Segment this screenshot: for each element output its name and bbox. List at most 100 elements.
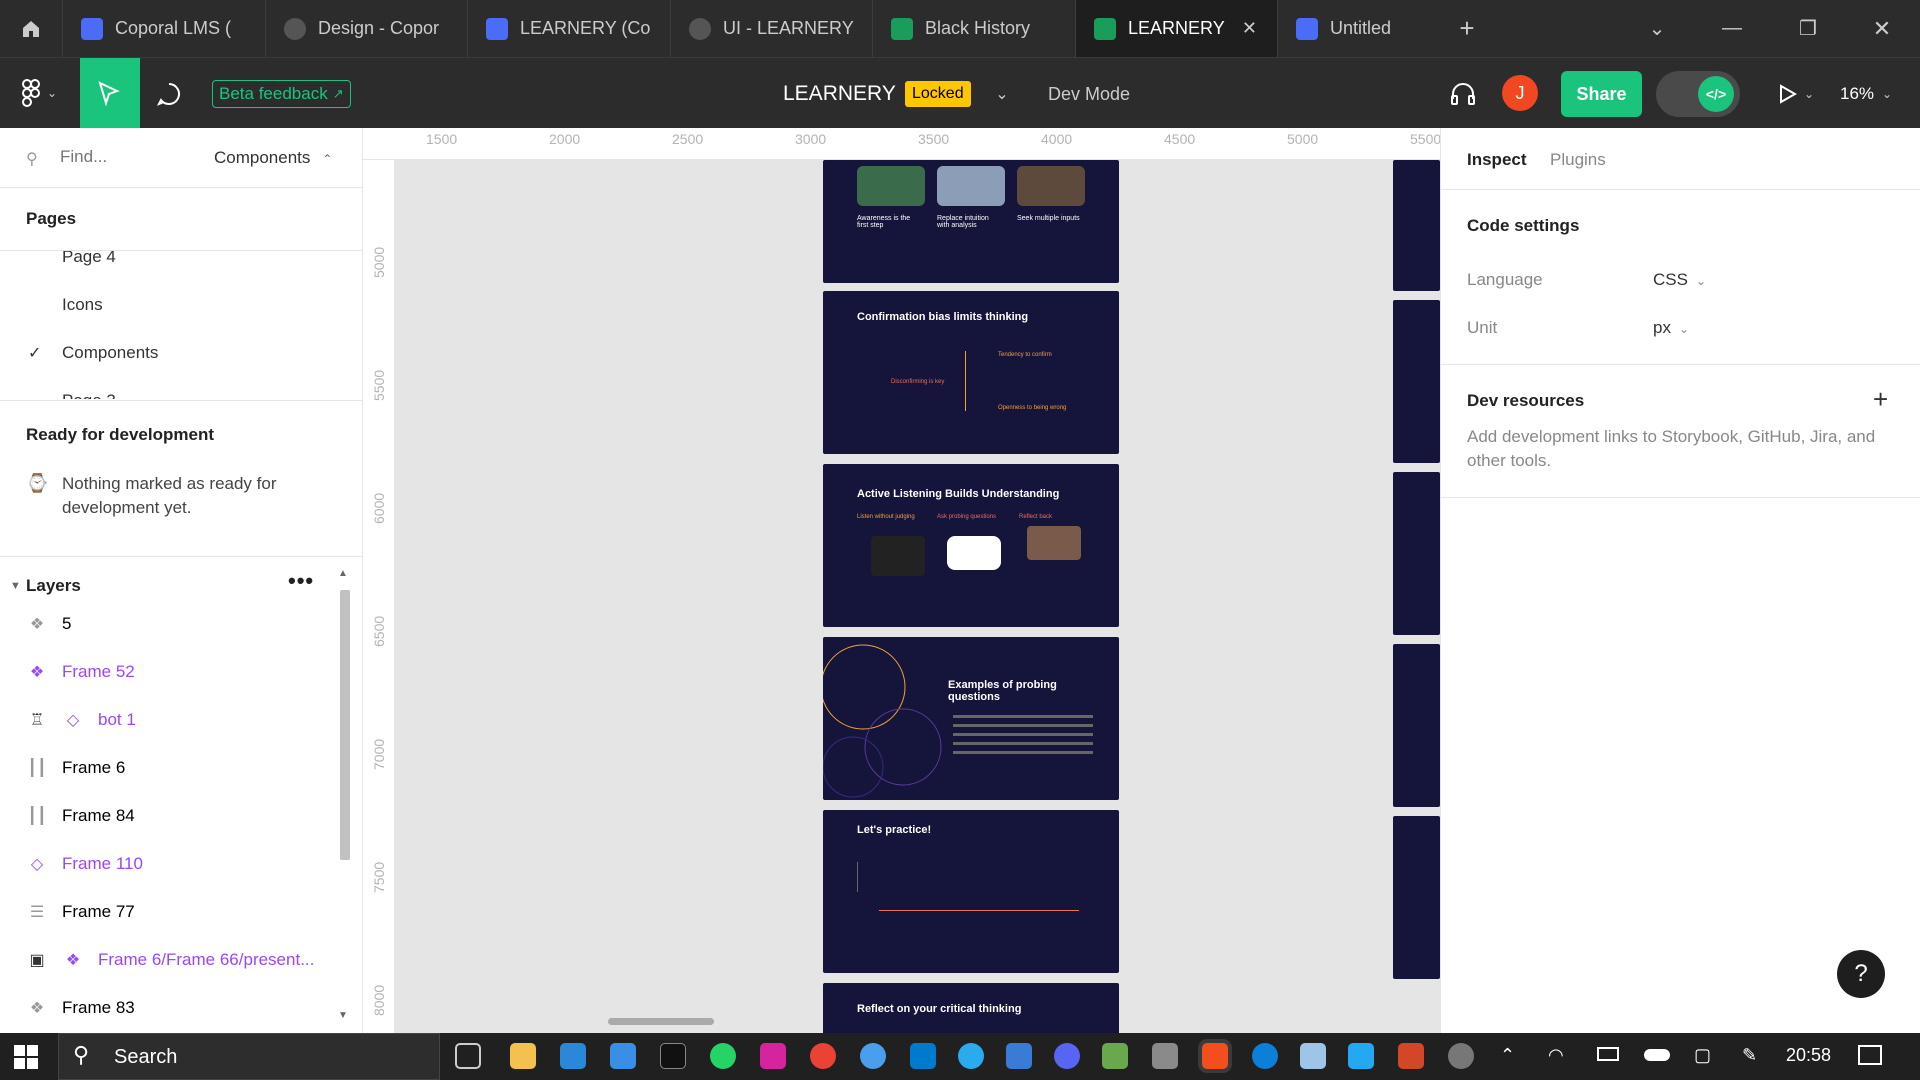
dev-mode-toggle[interactable]: </> <box>1656 71 1740 117</box>
tab-black-history[interactable]: Black History <box>872 0 1075 57</box>
instagram-icon[interactable] <box>760 1043 786 1069</box>
layer-item[interactable]: ┃┃ Frame 84 <box>0 796 340 836</box>
ruler-label: 2500 <box>672 131 704 147</box>
chrome-icon[interactable] <box>810 1043 836 1069</box>
add-resource-button[interactable]: + <box>1873 384 1888 415</box>
discord-icon[interactable] <box>1054 1043 1080 1069</box>
beta-feedback-button[interactable]: Beta feedback ↗ <box>212 80 351 108</box>
audio-button[interactable] <box>1446 78 1480 110</box>
tab-design-copor[interactable]: Design - Copor <box>265 0 467 57</box>
layer-item[interactable]: ◇ Frame 110 <box>0 844 340 884</box>
collapse-layers-icon[interactable]: ▼ <box>10 580 21 592</box>
slide-frame[interactable] <box>1393 300 1440 463</box>
layers-scrollbar[interactable]: ▲ ▼ <box>338 560 352 1030</box>
tab-inspect[interactable]: Inspect <box>1467 150 1527 170</box>
calculator-icon[interactable] <box>1152 1043 1178 1069</box>
minimize-button[interactable]: — <box>1702 0 1762 57</box>
search-icon: ⚲ <box>73 1042 90 1067</box>
app-icon[interactable] <box>1300 1043 1326 1069</box>
store-icon[interactable] <box>560 1043 586 1069</box>
slide-frame[interactable] <box>1393 816 1440 979</box>
page-item-page-4[interactable]: Page 4 <box>62 251 116 267</box>
battery-icon[interactable] <box>1597 1047 1619 1061</box>
file-name[interactable]: LEARNERY <box>783 76 896 112</box>
unit-select[interactable]: px ⌄ <box>1653 318 1689 338</box>
help-button[interactable]: ? <box>1837 950 1885 998</box>
vscode-icon[interactable] <box>910 1043 936 1069</box>
taskbar-search[interactable]: ⚲ Search <box>58 1033 440 1080</box>
scroll-down-icon[interactable]: ▼ <box>338 1010 348 1021</box>
more-options-icon[interactable]: ••• <box>288 568 314 594</box>
page-item-page-3[interactable]: Page 3 <box>62 391 116 399</box>
language-select[interactable]: CSS ⌄ <box>1653 270 1706 290</box>
zoom-menu[interactable]: 16% ⌄ <box>1840 78 1892 110</box>
onedrive-icon[interactable] <box>1644 1049 1670 1061</box>
scrollbar-thumb[interactable] <box>340 590 350 860</box>
page-item-icons[interactable]: Icons <box>62 295 103 315</box>
tab-plugins[interactable]: Plugins <box>1550 150 1606 170</box>
find-input[interactable] <box>60 142 200 172</box>
layer-item[interactable]: ☰ Frame 77 <box>0 892 340 932</box>
restore-button[interactable]: ❐ <box>1778 0 1838 57</box>
tab-ui-learnery[interactable]: UI - LEARNERY <box>670 0 872 57</box>
file-menu-chevron-icon[interactable]: ⌄ <box>990 80 1014 108</box>
page-item-components[interactable]: Components <box>62 343 158 363</box>
scroll-up-icon[interactable]: ▲ <box>338 568 348 579</box>
mail-icon[interactable] <box>610 1043 636 1069</box>
slide-frame[interactable]: Reflect on your critical thinking <box>823 983 1119 1033</box>
notification-icon[interactable] <box>1858 1045 1882 1065</box>
layer-item[interactable]: ❖ 5 <box>0 604 340 644</box>
close-window-button[interactable]: ✕ <box>1852 0 1912 57</box>
powerpoint-icon[interactable] <box>1398 1043 1424 1069</box>
horizontal-scrollbar[interactable] <box>608 1018 714 1025</box>
present-button[interactable]: ⌄ <box>1772 78 1818 110</box>
wifi-icon[interactable]: ◠ <box>1548 1045 1564 1066</box>
tabs-menu-button[interactable]: ⌄ <box>1627 0 1687 57</box>
figma-icon[interactable] <box>1202 1043 1228 1069</box>
clock[interactable]: 20:58 <box>1786 1045 1831 1066</box>
main-menu-button[interactable]: ⌄ <box>14 76 64 110</box>
decorative-circles <box>823 644 942 798</box>
layer-item[interactable]: ❖ Frame 52 <box>0 652 340 692</box>
layer-item[interactable]: ┃┃ Frame 6 <box>0 748 340 788</box>
file-explorer-icon[interactable] <box>510 1043 536 1069</box>
comment-tool-button[interactable] <box>150 76 188 112</box>
tab-learnery-active[interactable]: LEARNERY ✕ <box>1075 0 1277 57</box>
terminal-icon[interactable] <box>660 1043 686 1069</box>
home-button[interactable] <box>0 0 62 57</box>
slide-frame[interactable] <box>1393 644 1440 807</box>
chevron-up-icon[interactable]: ⌃ <box>1500 1045 1515 1066</box>
slide-frame[interactable]: Examples of probing questions <box>823 637 1119 800</box>
slide-frame[interactable]: Active Listening Builds Understanding Li… <box>823 464 1119 627</box>
app-icon[interactable] <box>1448 1043 1474 1069</box>
slide-frame[interactable]: Confirmation bias limits thinking Tenden… <box>823 291 1119 454</box>
layer-item[interactable]: ▣ ❖ Frame 6/Frame 66/present... <box>0 940 340 980</box>
slide-frame[interactable]: Let's practice! <box>823 810 1119 973</box>
select-tool-button[interactable] <box>80 58 140 129</box>
slide-frame[interactable] <box>1393 160 1440 291</box>
tab-coporal-lms[interactable]: Coporal LMS ( <box>62 0 265 57</box>
slide-frame[interactable]: Awareness is the first step Replace intu… <box>823 160 1119 283</box>
layer-item[interactable]: ❖ Frame 83 <box>0 988 340 1028</box>
close-tab-icon[interactable]: ✕ <box>1242 18 1257 39</box>
windows-start-icon[interactable] <box>14 1045 38 1069</box>
telegram-icon[interactable] <box>958 1043 984 1069</box>
share-button[interactable]: Share <box>1561 71 1642 117</box>
screen-icon[interactable]: ▢ <box>1694 1045 1711 1066</box>
pen-icon[interactable]: ✎ <box>1742 1045 1757 1066</box>
slide-frame[interactable] <box>1393 472 1440 635</box>
tab-learnery-co[interactable]: LEARNERY (Co <box>467 0 670 57</box>
app-icon[interactable] <box>860 1043 886 1069</box>
app-icon[interactable] <box>1102 1043 1128 1069</box>
task-view-icon[interactable] <box>455 1043 481 1069</box>
avatar[interactable]: J <box>1502 75 1538 111</box>
photos-icon[interactable] <box>1006 1043 1032 1069</box>
edge-icon[interactable] <box>1252 1043 1278 1069</box>
tab-untitled[interactable]: Untitled <box>1277 0 1457 57</box>
layer-item[interactable]: ♖ ◇ bot 1 <box>0 700 340 740</box>
new-tab-button[interactable]: + <box>1437 0 1497 57</box>
canvas[interactable]: 1500 2000 2500 3000 3500 4000 4500 5000 … <box>363 128 1440 1033</box>
vscode-icon[interactable] <box>1348 1043 1374 1069</box>
whatsapp-icon[interactable] <box>710 1043 736 1069</box>
components-dropdown[interactable]: Components ⌃ <box>214 148 332 168</box>
